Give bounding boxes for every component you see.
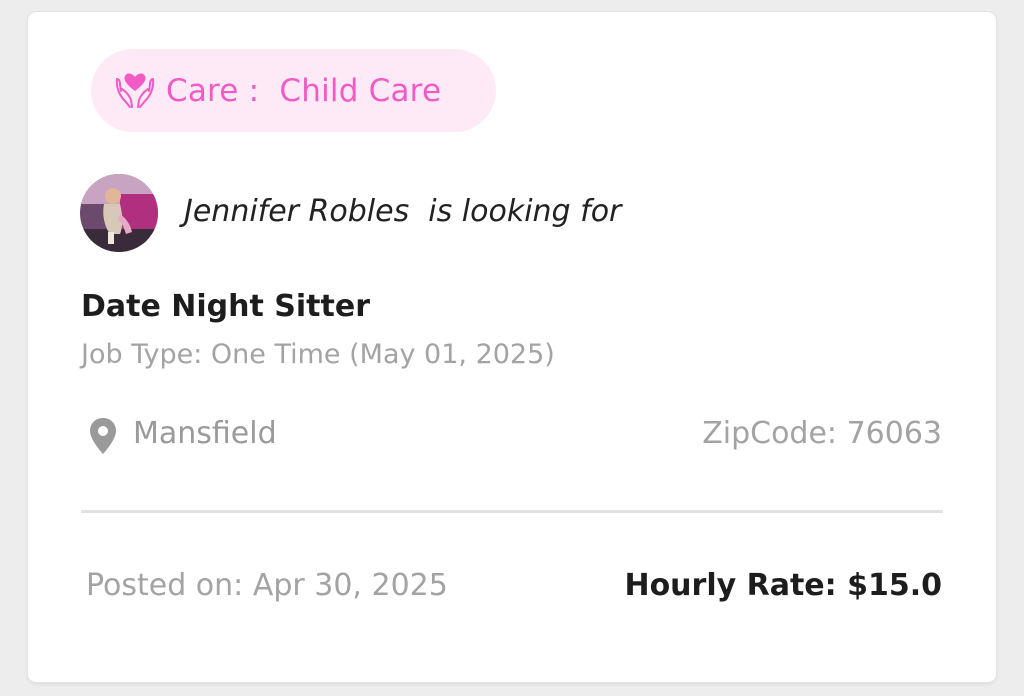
care-category-label: Care : Child Care — [166, 72, 442, 109]
location-zipcode: ZipCode: 76063 — [702, 416, 942, 451]
hourly-rate: Hourly Rate: $15.0 — [624, 568, 942, 603]
poster-text: Jennifer Robles is looking for — [184, 194, 622, 229]
map-pin-icon — [88, 417, 118, 455]
job-type: Job Type: One Time (May 01, 2025) — [81, 339, 555, 370]
care-category-badge: Care : Child Care — [91, 49, 496, 132]
divider — [81, 510, 943, 513]
avatar[interactable] — [80, 174, 158, 252]
posted-date: Posted on: Apr 30, 2025 — [86, 568, 448, 603]
heart-hands-icon — [113, 71, 157, 111]
job-title: Date Night Sitter — [81, 289, 370, 324]
job-card[interactable]: Care : Child Care Jennifer Robles is loo… — [28, 12, 996, 682]
location-city: Mansfield — [133, 416, 277, 451]
